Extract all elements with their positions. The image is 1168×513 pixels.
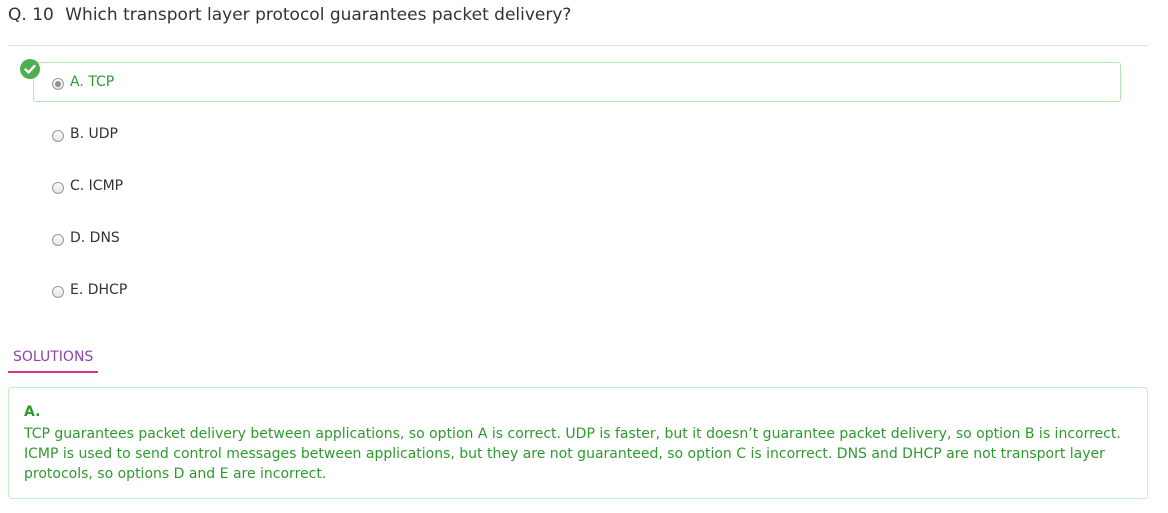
divider <box>8 45 1147 46</box>
option-b-radio[interactable] <box>52 130 64 142</box>
question-header: Q. 10 Which transport layer protocol gua… <box>8 5 571 25</box>
option-e-label: E. DHCP <box>70 282 128 298</box>
option-d[interactable]: D. DNS <box>33 218 1121 258</box>
solution-panel: A. TCP guarantees packet delivery betwee… <box>8 387 1148 499</box>
option-a-label: A. TCP <box>70 74 115 90</box>
question-text: Which transport layer protocol guarantee… <box>65 5 572 25</box>
option-e-radio[interactable] <box>52 286 64 298</box>
option-b[interactable]: B. UDP <box>33 114 1121 154</box>
check-circle-icon <box>20 59 40 79</box>
question-number: Q. 10 <box>8 5 54 25</box>
option-b-label: B. UDP <box>70 126 118 142</box>
option-d-radio[interactable] <box>52 234 64 246</box>
solution-answer: A. <box>24 404 41 420</box>
option-e[interactable]: E. DHCP <box>33 270 1121 310</box>
option-a-radio[interactable] <box>52 78 64 90</box>
tab-solutions[interactable]: SOLUTIONS <box>8 349 98 373</box>
option-c-radio[interactable] <box>52 182 64 194</box>
option-c-label: C. ICMP <box>70 178 124 194</box>
option-c[interactable]: C. ICMP <box>33 166 1121 206</box>
option-d-label: D. DNS <box>70 230 120 246</box>
option-a[interactable]: A. TCP <box>33 62 1121 102</box>
solution-explanation: TCP guarantees packet delivery between a… <box>24 426 1121 482</box>
